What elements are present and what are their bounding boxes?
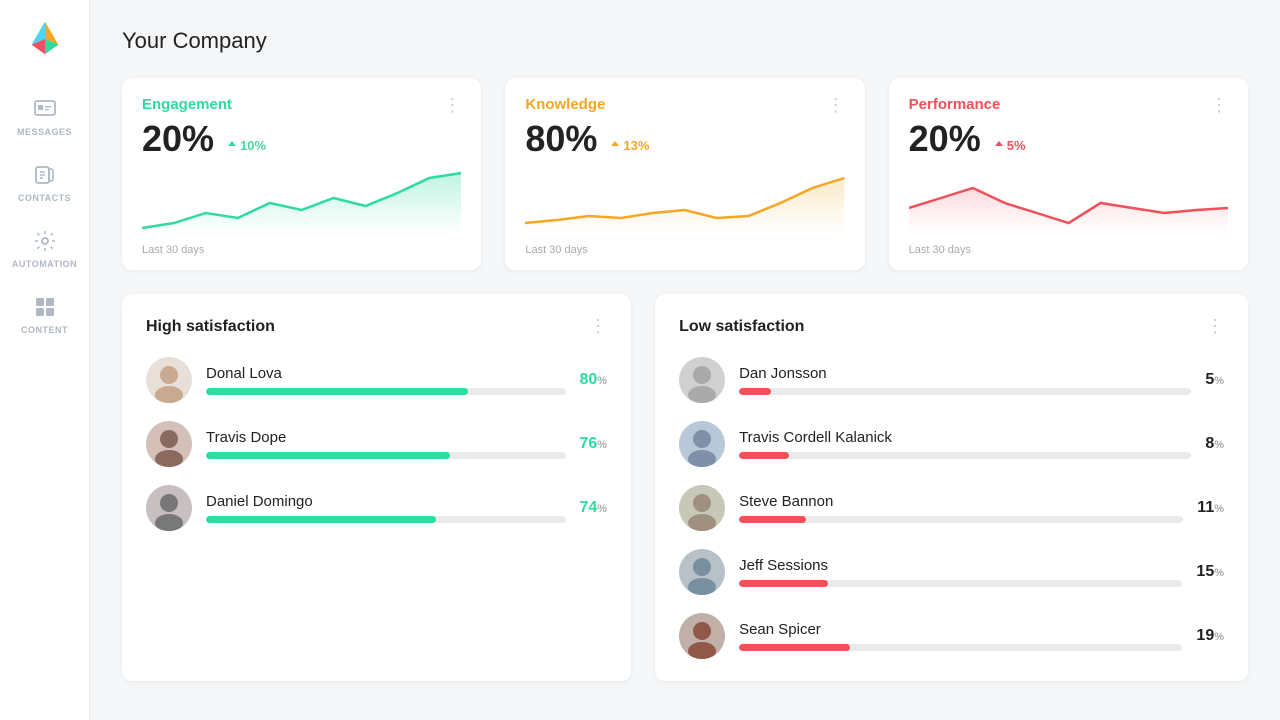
knowledge-card: Knowledge ⋮ 80% 13% [505,78,864,270]
person-pct: 5% [1205,371,1224,389]
avatar [679,549,725,595]
bar-fill [206,516,436,523]
performance-title: Performance [909,96,1001,113]
person-name: Daniel Domingo [206,493,566,510]
list-item: Travis Dope 76% [146,421,607,467]
engagement-menu[interactable]: ⋮ [443,96,461,114]
bottom-row: High satisfaction ⋮ Donal Lova 80% [122,294,1248,681]
page-title: Your Company [122,28,1248,54]
engagement-title: Engagement [142,96,232,113]
sidebar-item-contacts[interactable]: CONTACTS [0,149,89,215]
bar-track [206,516,566,523]
engagement-change: 10% [226,138,266,153]
high-sat-title: High satisfaction [146,318,275,336]
low-sat-menu[interactable]: ⋮ [1206,316,1224,337]
list-item: Daniel Domingo 74% [146,485,607,531]
low-sat-title: Low satisfaction [679,318,804,336]
avatar [146,357,192,403]
sidebar: MESSAGES CONTACTS AUTOMATION [0,0,90,720]
knowledge-title: Knowledge [525,96,605,113]
bar-track [739,388,1191,395]
list-item: Steve Bannon 11% [679,485,1224,531]
knowledge-menu[interactable]: ⋮ [827,96,845,114]
bar-track [739,516,1183,523]
person-name: Dan Jonsson [739,365,1191,382]
main-content: Your Company Engagement ⋮ 20% 10% [90,0,1280,720]
sidebar-item-content[interactable]: CONTENT [0,281,89,347]
engagement-chart [142,168,461,233]
avatar [679,485,725,531]
performance-chart [909,168,1228,233]
avatar [146,485,192,531]
bar-fill [739,452,789,459]
knowledge-value: 80% [525,118,597,160]
list-item: Travis Cordell Kalanick 8% [679,421,1224,467]
person-name: Sean Spicer [739,621,1182,638]
sidebar-item-messages[interactable]: MESSAGES [0,83,89,149]
engagement-footer: Last 30 days [142,244,461,256]
bar-track [739,580,1182,587]
performance-value: 20% [909,118,981,160]
knowledge-change: 13% [609,138,649,153]
avatar [679,357,725,403]
person-name: Travis Dope [206,429,566,446]
engagement-card: Engagement ⋮ 20% 10% [122,78,481,270]
person-pct: 8% [1205,435,1224,453]
person-pct: 74% [580,499,608,517]
bar-fill [206,388,468,395]
avatar [146,421,192,467]
performance-card: Performance ⋮ 20% 5% [889,78,1248,270]
bar-track [206,388,566,395]
logo[interactable] [22,14,68,65]
high-satisfaction-card: High satisfaction ⋮ Donal Lova 80% [122,294,631,681]
person-pct: 76% [580,435,608,453]
person-name: Travis Cordell Kalanick [739,429,1191,446]
bar-fill [739,580,828,587]
person-pct: 15% [1196,563,1224,581]
bar-fill [739,644,850,651]
performance-change: 5% [993,138,1026,153]
bar-track [739,452,1191,459]
high-sat-menu[interactable]: ⋮ [589,316,607,337]
list-item: Donal Lova 80% [146,357,607,403]
performance-footer: Last 30 days [909,244,1228,256]
knowledge-footer: Last 30 days [525,244,844,256]
person-pct: 19% [1196,627,1224,645]
list-item: Dan Jonsson 5% [679,357,1224,403]
person-name: Jeff Sessions [739,557,1182,574]
engagement-value: 20% [142,118,214,160]
avatar [679,421,725,467]
person-pct: 80% [580,371,608,389]
avatar [679,613,725,659]
list-item: Jeff Sessions 15% [679,549,1224,595]
low-satisfaction-card: Low satisfaction ⋮ Dan Jonsson 5% [655,294,1248,681]
knowledge-chart [525,168,844,233]
person-name: Donal Lova [206,365,566,382]
bar-fill [739,388,771,395]
bar-fill [739,516,806,523]
performance-menu[interactable]: ⋮ [1210,96,1228,114]
list-item: Sean Spicer 19% [679,613,1224,659]
metrics-row: Engagement ⋮ 20% 10% [122,78,1248,270]
bar-track [739,644,1182,651]
bar-fill [206,452,450,459]
sidebar-item-automation[interactable]: AUTOMATION [0,215,89,281]
bar-track [206,452,566,459]
person-name: Steve Bannon [739,493,1183,510]
person-pct: 11% [1197,499,1224,517]
